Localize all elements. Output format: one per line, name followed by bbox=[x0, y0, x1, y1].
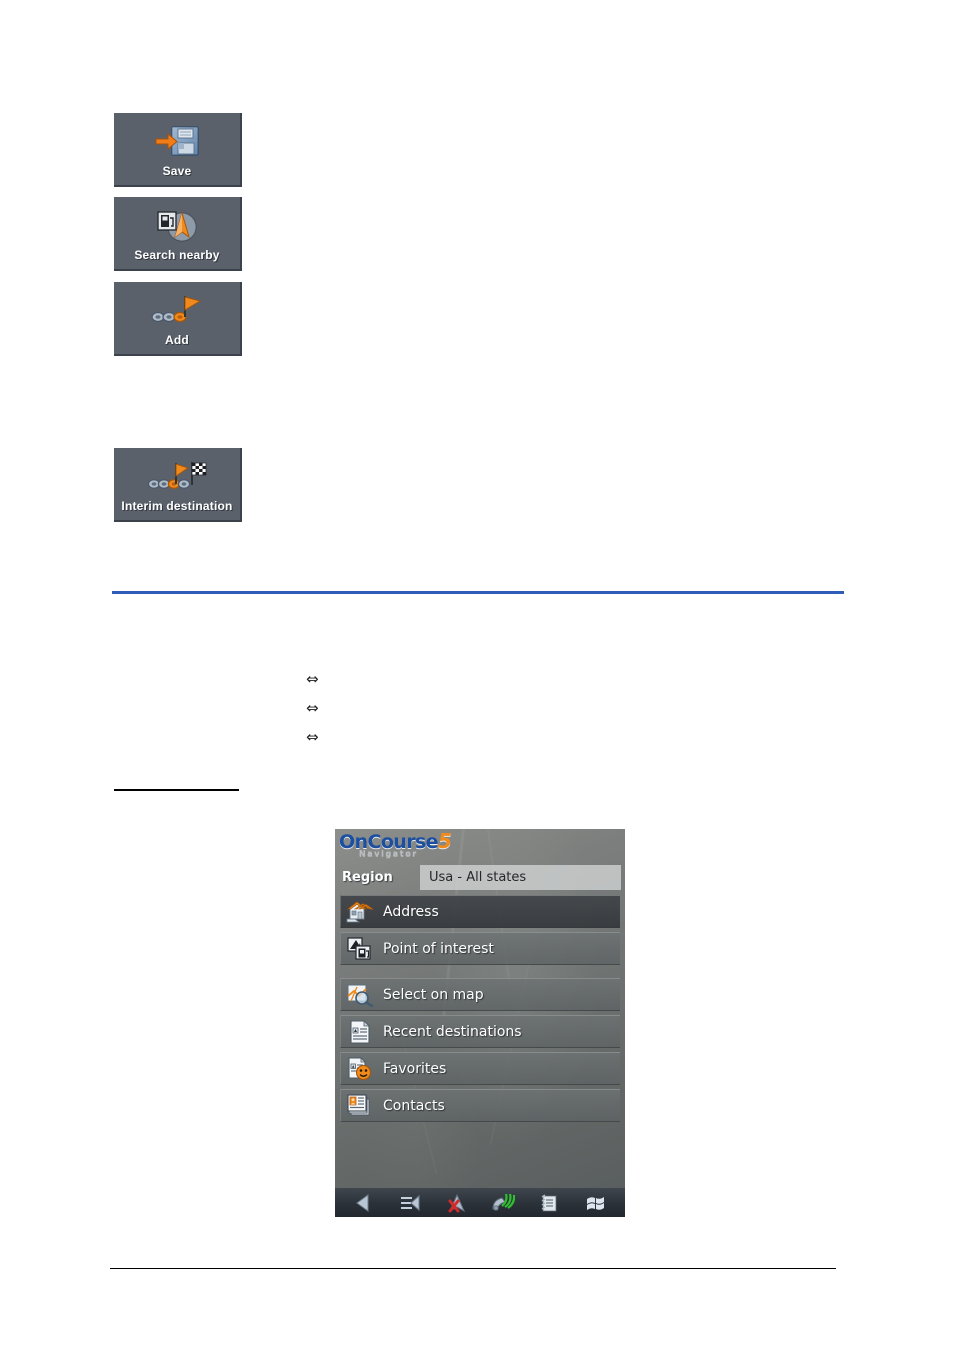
map-magnifier-icon bbox=[345, 982, 375, 1008]
menu-item-select-on-map[interactable]: Select on map bbox=[340, 978, 620, 1011]
bullet-arrow-3: ⇔ bbox=[306, 728, 319, 746]
section-divider-blue bbox=[112, 591, 844, 594]
region-row[interactable]: Region Usa - All states bbox=[335, 865, 625, 890]
bullet-arrow-1: ⇔ bbox=[306, 670, 319, 688]
oncourse-logo: OnCourse5 Navigator bbox=[339, 831, 452, 865]
logo-version: 5 bbox=[437, 829, 452, 853]
poi-icon bbox=[345, 936, 375, 962]
menu-item-contacts[interactable]: Contacts bbox=[340, 1089, 620, 1122]
menu-item-label: Point of interest bbox=[383, 940, 494, 957]
bullet-arrow-2: ⇔ bbox=[306, 699, 319, 717]
footer-divider bbox=[110, 1268, 836, 1269]
region-label: Region bbox=[342, 870, 393, 885]
menu-list-icon[interactable] bbox=[397, 1192, 423, 1214]
windows-start-icon[interactable] bbox=[583, 1192, 609, 1214]
doc-button-save[interactable]: Save bbox=[114, 113, 242, 187]
save-floppy-icon bbox=[114, 119, 240, 164]
house-address-icon bbox=[345, 899, 375, 925]
menu-item-address[interactable]: Address bbox=[340, 895, 620, 928]
menu-group-gap bbox=[340, 969, 620, 978]
menu-item-label: Select on map bbox=[383, 986, 484, 1003]
favorites-smiley-icon bbox=[345, 1056, 375, 1082]
menu-item-label: Favorites bbox=[383, 1060, 447, 1077]
notepad-icon[interactable] bbox=[536, 1192, 562, 1214]
short-underline bbox=[114, 789, 239, 791]
menu-item-favorites[interactable]: Favorites bbox=[340, 1052, 620, 1085]
menu-item-point-of-interest[interactable]: Point of interest bbox=[340, 932, 620, 965]
recent-list-icon bbox=[345, 1019, 375, 1045]
menu-item-label: Address bbox=[383, 903, 439, 920]
add-route-flag-icon bbox=[114, 288, 240, 333]
doc-button-label: Interim destination bbox=[121, 499, 233, 513]
doc-button-label: Add bbox=[165, 333, 189, 347]
doc-button-label: Search nearby bbox=[134, 248, 220, 262]
contacts-card-icon bbox=[345, 1093, 375, 1119]
gps-no-signal-icon[interactable] bbox=[444, 1192, 470, 1214]
satellite-signal-icon[interactable] bbox=[490, 1192, 516, 1214]
doc-button-interim-destination[interactable]: Interim destination bbox=[114, 448, 242, 522]
menu-item-recent-destinations[interactable]: Recent destinations bbox=[340, 1015, 620, 1048]
doc-button-add[interactable]: Add bbox=[114, 282, 242, 356]
region-value[interactable]: Usa - All states bbox=[420, 865, 621, 890]
menu-item-label: Recent destinations bbox=[383, 1023, 522, 1040]
back-arrow-icon[interactable] bbox=[351, 1192, 377, 1214]
menu-item-label: Contacts bbox=[383, 1097, 445, 1114]
pda-device-screenshot: OnCourse5 Navigator Region Usa - All sta… bbox=[335, 829, 625, 1217]
doc-button-search-nearby[interactable]: Search nearby bbox=[114, 197, 242, 271]
device-taskbar bbox=[335, 1188, 625, 1217]
doc-button-label: Save bbox=[162, 164, 192, 178]
interim-destination-checkered-flag-icon bbox=[114, 454, 240, 499]
destination-menu-list: Address Point of interest Select on map … bbox=[340, 895, 620, 1126]
search-nearby-poi-icon bbox=[114, 203, 240, 248]
